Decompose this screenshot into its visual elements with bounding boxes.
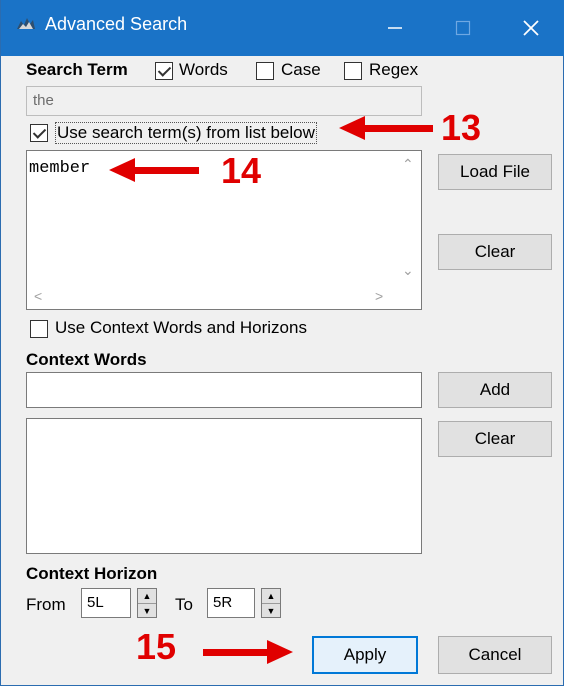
minimize-button[interactable] bbox=[365, 0, 425, 56]
load-file-button[interactable]: Load File bbox=[438, 154, 552, 190]
case-label: Case bbox=[281, 60, 321, 79]
minimize-icon bbox=[388, 27, 402, 29]
use-list-checkbox[interactable] bbox=[30, 124, 48, 142]
scroll-up-arrow-icon[interactable]: ⌃ bbox=[402, 156, 414, 173]
from-horizon-value: 5L bbox=[87, 594, 104, 611]
title-bar[interactable]: Advanced Search bbox=[1, 0, 564, 56]
scroll-right-arrow-icon[interactable]: > bbox=[375, 288, 383, 304]
context-add-button[interactable]: Add bbox=[438, 372, 552, 408]
from-label: From bbox=[26, 595, 66, 614]
maximize-icon bbox=[455, 20, 471, 36]
annotation-arrow-13 bbox=[339, 116, 433, 140]
use-context-checkbox[interactable] bbox=[30, 320, 48, 338]
annotation-13: 13 bbox=[441, 107, 482, 148]
regex-label: Regex bbox=[369, 60, 419, 79]
spin-down-icon[interactable]: ▼ bbox=[262, 604, 280, 618]
use-list-label: Use search term(s) from list below bbox=[55, 122, 317, 144]
annotation-14: 14 bbox=[221, 150, 262, 191]
term-list-clear-button[interactable]: Clear bbox=[438, 234, 552, 270]
use-context-label: Use Context Words and Horizons bbox=[55, 318, 307, 337]
cancel-button[interactable]: Cancel bbox=[438, 636, 552, 674]
words-label: Words bbox=[179, 60, 228, 79]
to-horizon-value: 5R bbox=[213, 594, 233, 611]
to-horizon-field[interactable]: 5R bbox=[207, 588, 255, 618]
annotation-arrow-15 bbox=[203, 640, 293, 664]
close-icon bbox=[523, 20, 539, 36]
search-term-value: the bbox=[33, 92, 54, 109]
search-term-label: Search Term bbox=[26, 60, 128, 79]
regex-checkbox[interactable] bbox=[344, 62, 362, 80]
maximize-button[interactable] bbox=[433, 0, 493, 56]
from-horizon-spinner[interactable]: ▲ ▼ bbox=[137, 588, 157, 618]
case-checkbox[interactable] bbox=[256, 62, 274, 80]
scroll-down-arrow-icon[interactable]: ⌄ bbox=[402, 262, 414, 279]
words-checkbox[interactable] bbox=[155, 62, 173, 80]
to-label: To bbox=[175, 595, 193, 614]
context-words-list[interactable] bbox=[26, 418, 422, 554]
context-horizon-heading: Context Horizon bbox=[26, 564, 158, 583]
context-word-input[interactable] bbox=[26, 372, 422, 408]
close-button[interactable] bbox=[501, 0, 561, 56]
scroll-left-arrow-icon[interactable]: < bbox=[34, 288, 42, 304]
app-icon bbox=[17, 18, 35, 29]
context-words-heading: Context Words bbox=[26, 350, 147, 369]
apply-button[interactable]: Apply bbox=[312, 636, 418, 674]
context-clear-button[interactable]: Clear bbox=[438, 421, 552, 457]
window-title: Advanced Search bbox=[45, 14, 188, 34]
spin-down-icon[interactable]: ▼ bbox=[138, 604, 156, 618]
term-list-text: member bbox=[29, 159, 91, 178]
spin-up-icon[interactable]: ▲ bbox=[138, 589, 156, 604]
advanced-search-window: Advanced Search Search Term Words Case R… bbox=[0, 0, 564, 686]
spin-up-icon[interactable]: ▲ bbox=[262, 589, 280, 604]
search-term-input[interactable]: the bbox=[26, 86, 422, 116]
from-horizon-field[interactable]: 5L bbox=[81, 588, 131, 618]
annotation-15: 15 bbox=[136, 626, 177, 667]
annotation-arrow-14 bbox=[109, 158, 199, 182]
to-horizon-spinner[interactable]: ▲ ▼ bbox=[261, 588, 281, 618]
